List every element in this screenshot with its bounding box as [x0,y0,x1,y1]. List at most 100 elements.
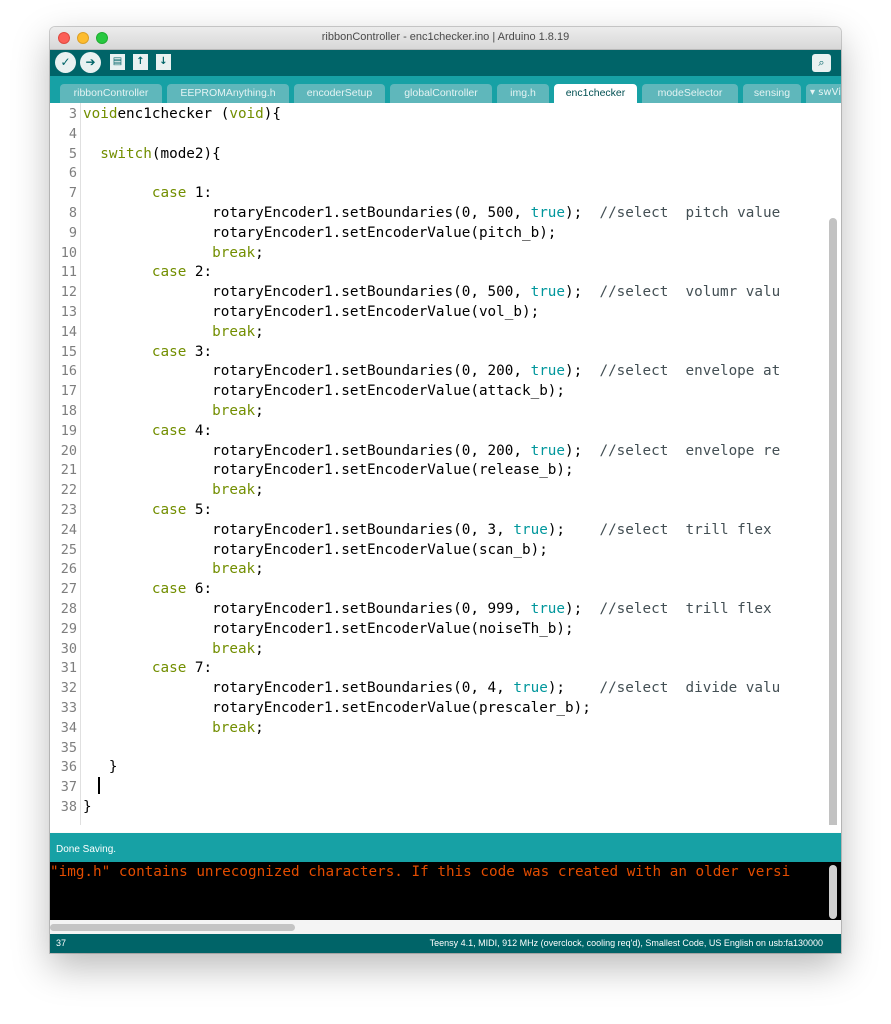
line-number: 18 [60,403,77,419]
tab-overflow-menu[interactable]: ▾ swVi [806,84,841,103]
code-line[interactable]: 6 [50,163,830,183]
line-number: 22 [60,482,77,499]
code-token: enc1checker [117,106,221,122]
code-line[interactable]: 5 switch(mode2){ [50,144,830,164]
code-keyword: case [151,185,187,202]
line-number: 13 [60,304,77,320]
upload-button[interactable]: ➔ [80,52,101,73]
code-line[interactable]: 26 break; [50,559,830,579]
code-keyword: break [212,561,256,578]
code-keyword: switch [100,145,152,162]
code-text: case 5: [83,500,212,520]
code-comment: //select envelope re [590,442,781,459]
code-line[interactable]: 25 rotaryEncoder1.setEncoderValue(scan_b… [50,540,830,560]
line-number: 23 [60,502,77,518]
code-text: case 1: [83,183,212,203]
tab-eepromanything[interactable]: EEPROMAnything.h [167,84,289,103]
line-number: 15 [60,343,77,360]
code-line[interactable]: 19 case 4: [50,421,830,441]
code-comment: //select trill flex [590,521,772,538]
console-horizontal-scrollbar[interactable] [50,924,295,931]
code-line[interactable]: 4 [50,124,830,144]
code-line[interactable]: 18 break; [50,401,830,421]
line-number: 9 [68,224,77,241]
code-token: ; [255,561,264,578]
line-number: 37 [60,779,77,796]
status-message: Done Saving. [56,844,117,855]
code-line[interactable]: 35 [50,738,830,758]
code-line[interactable]: 8 rotaryEncoder1.setBoundaries(0, 500, t… [50,203,830,223]
code-line[interactable]: 12 rotaryEncoder1.setBoundaries(0, 500, … [50,282,830,302]
tab-enc1checker[interactable]: enc1checker [554,84,637,103]
tab-encodersetup[interactable]: encoderSetup [294,84,385,103]
code-token: ); [565,601,591,617]
ide-window: ribbonController - enc1checker.ino | Ard… [50,27,841,953]
code-line[interactable]: 16 rotaryEncoder1.setBoundaries(0, 200, … [50,361,830,381]
checkmark-icon: ✓ [60,55,71,69]
code-token: ; [255,323,264,340]
code-text: case 7: [83,658,212,678]
code-line[interactable]: 27 case 6: [50,579,830,599]
code-line[interactable]: 20 rotaryEncoder1.setBoundaries(0, 200, … [50,441,830,461]
code-keyword: true [530,205,566,221]
code-line[interactable]: 36 } [50,757,830,777]
code-line[interactable]: 14 break; [50,322,830,342]
line-number: 26 [60,561,77,578]
tab-ribboncontroller[interactable]: ribbonController [60,84,162,103]
code-line[interactable]: 10 break; [50,243,830,263]
code-keyword: break [212,640,256,657]
code-line[interactable]: 23 case 5: [50,500,830,520]
code-line[interactable]: 31 case 7: [50,658,830,678]
code-token: rotaryEncoder1.setBoundaries(0, 200, [83,363,531,380]
board-info: Teensy 4.1, MIDI, 912 MHz (overclock, co… [429,938,823,948]
code-token: rotaryEncoder1.setBoundaries(0, 500, [83,284,531,301]
code-line[interactable]: 3 voidenc1checker (void){ [50,104,830,124]
code-comment: //select envelope at [590,363,781,380]
arrow-right-icon: ➔ [85,55,96,69]
code-line[interactable]: 30 break; [50,639,830,659]
code-line[interactable]: 11 case 2: [50,262,830,282]
verify-button[interactable]: ✓ [55,52,76,73]
tab-globalcontroller[interactable]: globalController [390,84,492,103]
code-line[interactable]: 38} [50,797,830,817]
code-line[interactable]: 24 rotaryEncoder1.setBoundaries(0, 3, tr… [50,520,830,540]
line-number: 10 [60,244,77,261]
code-line[interactable]: 13 rotaryEncoder1.setEncoderValue(vol_b)… [50,302,830,322]
code-line[interactable]: 29 rotaryEncoder1.setEncoderValue(noiseT… [50,619,830,639]
code-line[interactable]: 7 case 1: [50,183,830,203]
code-token: ); [565,284,591,301]
new-sketch-button[interactable]: ▤ [110,54,125,70]
code-text: rotaryEncoder1.setEncoderValue(attack_b)… [83,381,565,401]
open-sketch-button[interactable]: ↑ [133,54,148,70]
code-line[interactable]: 33 rotaryEncoder1.setEncoderValue(presca… [50,698,830,718]
code-line[interactable]: 9 rotaryEncoder1.setEncoderValue(pitch_b… [50,223,830,243]
tab-img-h[interactable]: img.h [497,84,549,103]
tab-sensing[interactable]: sensing [743,84,801,103]
code-line[interactable]: 32 rotaryEncoder1.setBoundaries(0, 4, tr… [50,678,830,698]
code-line[interactable]: 17 rotaryEncoder1.setEncoderValue(attack… [50,381,830,401]
code-line[interactable]: 37 [50,777,830,797]
tab-modeselector[interactable]: modeSelector [642,84,738,103]
save-sketch-button[interactable]: ↓ [156,54,171,70]
code-line[interactable]: 34 break; [50,718,830,738]
code-token: rotaryEncoder1.setBoundaries(0, 3, [83,521,514,538]
line-number: 16 [60,363,77,380]
code-token: } [83,799,92,815]
code-token: rotaryEncoder1.setEncoderValue(attack_b)… [83,383,566,400]
console-output[interactable]: "img.h" contains unrecognized characters… [50,862,841,920]
editor-vertical-scrollbar[interactable] [829,218,837,825]
line-number: 8 [68,205,77,221]
line-number: 12 [60,284,77,301]
code-line[interactable]: 28 rotaryEncoder1.setBoundaries(0, 999, … [50,599,830,619]
code-editor[interactable]: 3 voidenc1checker (void){4 5 switch(mode2)… [50,103,841,825]
serial-monitor-button[interactable]: ⌕ [812,54,831,72]
code-text: rotaryEncoder1.setEncoderValue(vol_b); [83,302,539,322]
code-line[interactable]: 21 rotaryEncoder1.setEncoderValue(releas… [50,460,830,480]
code-line[interactable]: 15 case 3: [50,342,830,362]
console-vertical-scrollbar[interactable] [829,865,837,919]
code-line[interactable]: 22 break; [50,480,830,500]
